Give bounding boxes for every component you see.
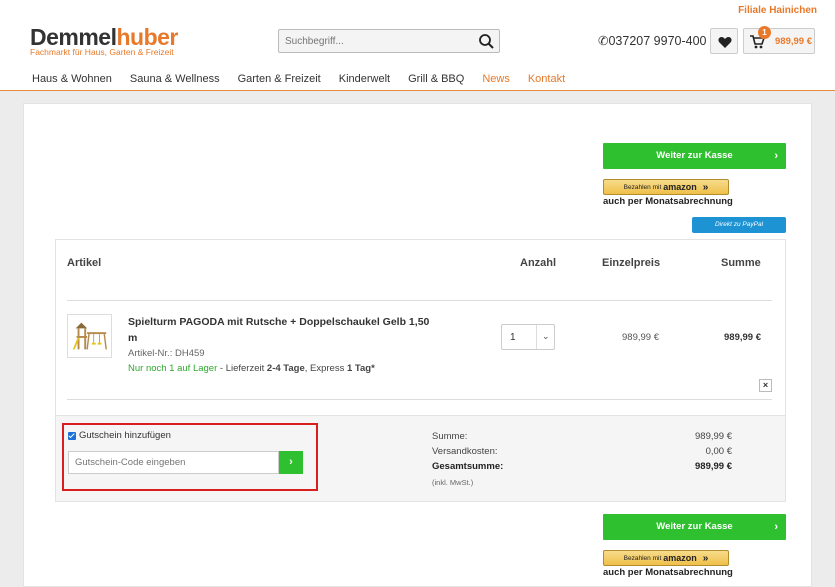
versand-value: 0,00 € [705, 446, 732, 457]
divider [67, 399, 772, 400]
heart-icon [718, 37, 732, 48]
checkbox-checked-icon [68, 431, 76, 440]
nav-item-sauna-wellness[interactable]: Sauna & Wellness [130, 73, 220, 85]
checkout-button-bottom[interactable]: Weiter zur Kasse › [603, 514, 786, 540]
checkout-button-label: Weiter zur Kasse [656, 150, 733, 161]
divider [67, 300, 772, 301]
stock-mid: - Lieferzeit [217, 363, 267, 374]
summe-label: Summe: [432, 431, 468, 442]
summe-value: 989,99 € [695, 431, 732, 442]
logo-tagline: Fachmarkt für Haus, Garten & Freizeit [30, 47, 174, 57]
main-nav: Haus & Wohnen Sauna & Wellness Garten & … [32, 73, 583, 85]
nav-item-kinderwelt[interactable]: Kinderwelt [339, 73, 390, 85]
chevron-right-icon: › [774, 150, 778, 162]
wishlist-button[interactable] [710, 28, 738, 54]
col-header-artikel: Artikel [67, 257, 102, 269]
quantity-value: 1 [510, 332, 516, 343]
stock-status: Nur noch 1 auf Lager [128, 363, 218, 374]
mwst-note: (inkl. MwSt.) [432, 478, 474, 487]
nav-item-kontakt[interactable]: Kontakt [528, 73, 565, 85]
stock-info: Nur noch 1 auf Lager - Lieferzeit 2-4 Ta… [128, 363, 375, 374]
phone-number[interactable]: ✆037207 9970-400 [598, 33, 707, 48]
nav-item-garten-freizeit[interactable]: Garten & Freizeit [238, 73, 321, 85]
playtower-image [72, 322, 107, 350]
cart-count-badge: 1 [758, 26, 771, 39]
double-chevron-icon: » [702, 552, 709, 564]
remove-item-button[interactable]: × [759, 379, 772, 392]
checkout-button-top[interactable]: Weiter zur Kasse › [603, 143, 786, 169]
monatsabrechnung-text-top: auch per Monatsabrechnung [603, 196, 733, 207]
header: Filiale Hainichen Demmelhuber Fachmarkt … [0, 0, 835, 91]
line-total: 989,99 € [724, 332, 761, 343]
amazon-brand: amazon [663, 553, 697, 563]
versand-label: Versandkosten: [432, 446, 498, 457]
branch-link[interactable]: Filiale Hainichen [738, 5, 817, 16]
amazon-pay-button-bottom[interactable]: Bezahlen mit amazon » [603, 550, 729, 566]
gesamt-label: Gesamtsumme: [432, 461, 504, 472]
product-artnr: Artikel-Nr.: DH459 [128, 348, 205, 359]
logo[interactable]: Demmelhuber [30, 26, 178, 49]
select-divider [536, 325, 537, 349]
nav-item-news[interactable]: News [482, 73, 510, 85]
express-days: 1 Tag* [347, 363, 375, 374]
chevron-right-icon: › [289, 456, 293, 468]
voucher-checkbox-label: Gutschein hinzufügen [79, 430, 171, 441]
amazon-prefix: Bezahlen mit [623, 183, 662, 191]
checkout-button-label: Weiter zur Kasse [656, 521, 733, 532]
product-thumbnail[interactable] [67, 314, 112, 358]
phone-icon: ✆ [598, 34, 609, 48]
nav-item-haus-wohnen[interactable]: Haus & Wohnen [32, 73, 112, 85]
gesamt-value: 989,99 € [695, 461, 732, 472]
product-name-link[interactable]: Spielturm PAGODA mit Rutsche + Doppelsch… [128, 314, 433, 346]
unit-price: 989,99 € [622, 332, 659, 343]
chevron-down-icon: ⌄ [542, 331, 550, 341]
col-header-anzahl: Anzahl [520, 257, 557, 269]
amazon-prefix: Bezahlen mit [623, 554, 662, 562]
search-icon[interactable] [478, 33, 495, 50]
col-header-summe: Summe [721, 257, 761, 269]
cart-button[interactable]: 1 989,99 € [743, 26, 815, 54]
amazon-brand: amazon [663, 182, 697, 192]
chevron-right-icon: › [774, 521, 778, 533]
paypal-button[interactable]: Direkt zu PayPal [692, 217, 786, 233]
voucher-checkbox[interactable]: Gutschein hinzufügen [68, 430, 171, 441]
cart-amount: 989,99 € [775, 36, 812, 47]
stock-express: , Express [304, 363, 347, 374]
phone-text: 037207 9970-400 [608, 34, 707, 48]
double-chevron-icon: » [702, 181, 709, 193]
delivery-days: 2-4 Tage [266, 363, 305, 374]
voucher-submit-button[interactable]: › [279, 451, 303, 474]
search-input[interactable] [279, 30, 469, 52]
quantity-select[interactable]: 1 ⌄ [501, 324, 555, 350]
amazon-pay-button-top[interactable]: Bezahlen mit amazon » [603, 179, 729, 195]
voucher-code-input[interactable] [68, 451, 279, 474]
nav-item-grill-bbq[interactable]: Grill & BBQ [408, 73, 464, 85]
col-header-einzelpreis: Einzelpreis [602, 257, 661, 269]
monatsabrechnung-text-bottom: auch per Monatsabrechnung [603, 567, 733, 578]
search-box [278, 29, 500, 53]
